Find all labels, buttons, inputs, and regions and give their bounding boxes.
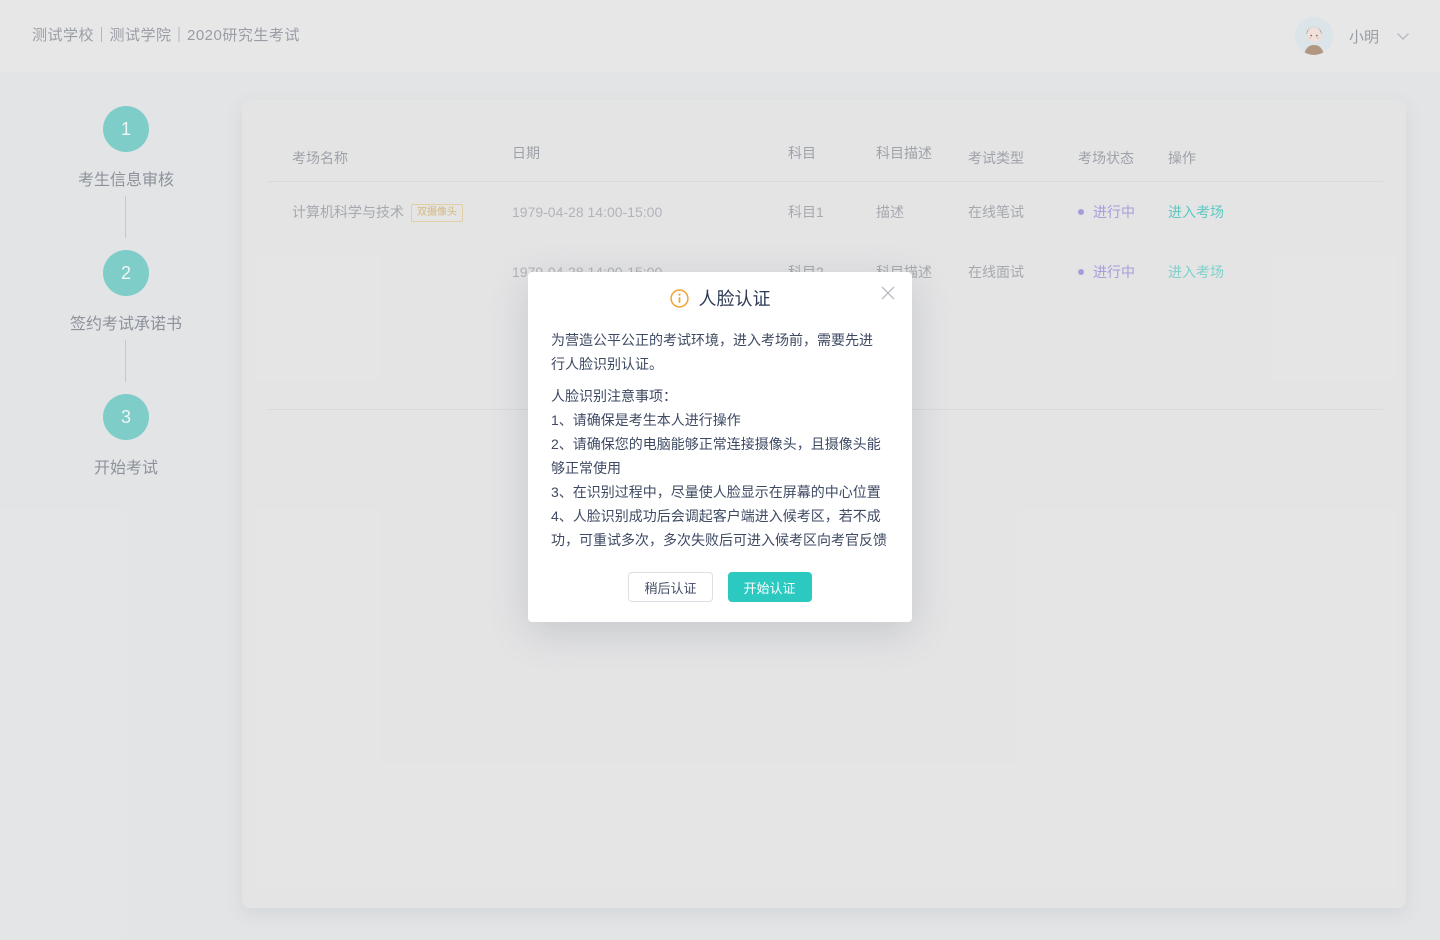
modal-header: 人脸认证 — [551, 286, 889, 310]
face-auth-modal: 人脸认证 为营造公平公正的考试环境，进入考场前，需要先进行人脸识别认证。 人脸识… — [528, 272, 912, 622]
face-auth-intro: 为营造公平公正的考试环境，进入考场前，需要先进行人脸识别认证。 — [551, 328, 873, 376]
modal-title: 人脸认证 — [699, 285, 771, 311]
notice-item: 3、在识别过程中，尽量使人脸显示在屏幕的中心位置 — [551, 480, 889, 504]
modal-footer: 稍后认证 开始认证 — [551, 572, 889, 602]
notice-title: 人脸识别注意事项： — [551, 384, 889, 408]
modal-body: 为营造公平公正的考试环境，进入考场前，需要先进行人脸识别认证。 人脸识别注意事项… — [551, 328, 889, 552]
close-icon[interactable] — [879, 285, 897, 303]
info-icon — [670, 289, 689, 308]
app-root: 测试学校｜测试学院｜2020研究生考试 小明 1 — [0, 0, 1440, 940]
notice-item: 4、人脸识别成功后会调起客户端进入候考区，若不成功，可重试多次，多次失败后可进入… — [551, 504, 889, 552]
start-auth-button[interactable]: 开始认证 — [728, 572, 812, 602]
notice-item: 2、请确保您的电脑能够正常连接摄像头，且摄像头能够正常使用 — [551, 432, 889, 480]
face-auth-notices: 人脸识别注意事项： 1、请确保是考生本人进行操作 2、请确保您的电脑能够正常连接… — [551, 384, 889, 552]
auth-later-button[interactable]: 稍后认证 — [628, 572, 712, 602]
notice-item: 1、请确保是考生本人进行操作 — [551, 408, 889, 432]
